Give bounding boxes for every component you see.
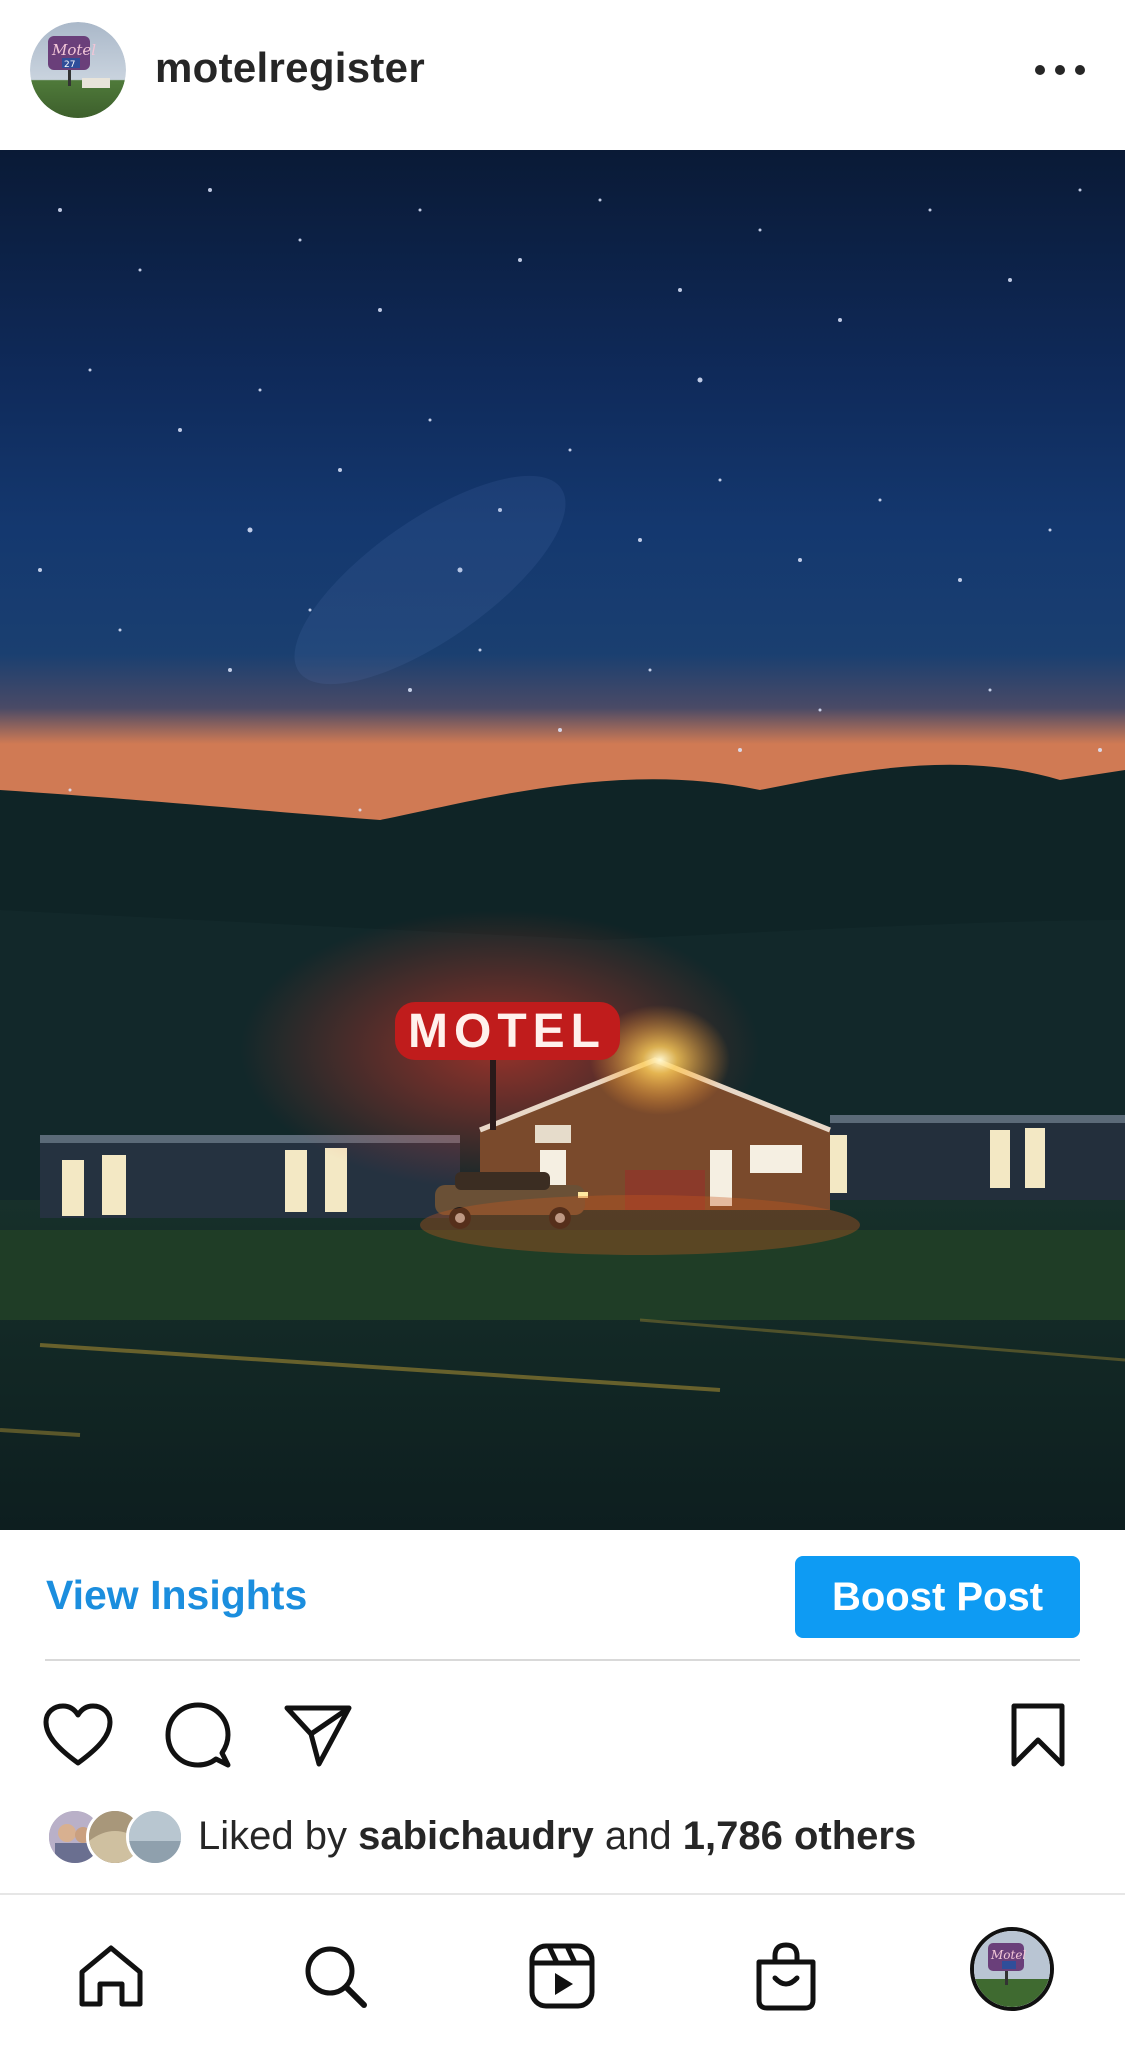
likes-text: Liked by sabichaudry and 1,786 others	[198, 1814, 916, 1859]
avatar	[126, 1808, 184, 1866]
comment-icon	[165, 1702, 231, 1768]
comment-button[interactable]	[158, 1695, 238, 1775]
post-username[interactable]: motelregister	[155, 44, 425, 92]
save-button[interactable]	[998, 1695, 1078, 1775]
post-header: Motel 27 motelregister	[0, 0, 1125, 150]
more-options-button[interactable]	[1025, 48, 1095, 92]
insights-row: View Insights Boost Post	[0, 1530, 1125, 1660]
svg-text:Motel: Motel	[51, 41, 96, 59]
liker-avatars	[46, 1808, 186, 1866]
nav-home[interactable]	[66, 1931, 156, 2021]
bottom-nav: Motel	[0, 1893, 1125, 2072]
liker-username[interactable]: sabichaudry	[358, 1814, 594, 1858]
post-actions	[0, 1665, 1125, 1805]
svg-text:Motel: Motel	[990, 1948, 1026, 1962]
likes-others-count[interactable]: 1,786 others	[683, 1814, 916, 1858]
likes-prefix: Liked by	[198, 1814, 359, 1858]
home-icon	[79, 1945, 143, 2007]
more-horizontal-icon	[1035, 65, 1085, 75]
likes-summary[interactable]: Liked by sabichaudry and 1,786 others	[0, 1800, 1125, 1870]
bookmark-icon	[1011, 1703, 1065, 1767]
nav-shop[interactable]	[741, 1931, 831, 2021]
heart-icon	[43, 1703, 113, 1766]
search-icon	[305, 1946, 367, 2008]
nav-reels[interactable]	[517, 1931, 607, 2021]
send-icon	[284, 1705, 352, 1767]
view-insights-link[interactable]: View Insights	[46, 1572, 307, 1619]
nav-search[interactable]	[290, 1931, 380, 2021]
profile-avatar[interactable]: Motel 27	[30, 22, 126, 118]
like-button[interactable]	[38, 1695, 118, 1775]
svg-text:27: 27	[64, 60, 75, 70]
share-button[interactable]	[278, 1695, 358, 1775]
post-photo[interactable]: MOTEL	[0, 150, 1125, 1530]
motel-sign-text: MOTEL	[408, 1005, 606, 1058]
reels-icon	[529, 1943, 595, 2009]
likes-middle: and	[593, 1814, 683, 1858]
boost-post-button[interactable]: Boost Post	[795, 1556, 1080, 1638]
shop-bag-icon	[756, 1942, 816, 2011]
nav-profile-avatar[interactable]: Motel	[970, 1927, 1054, 2011]
divider	[45, 1659, 1080, 1661]
